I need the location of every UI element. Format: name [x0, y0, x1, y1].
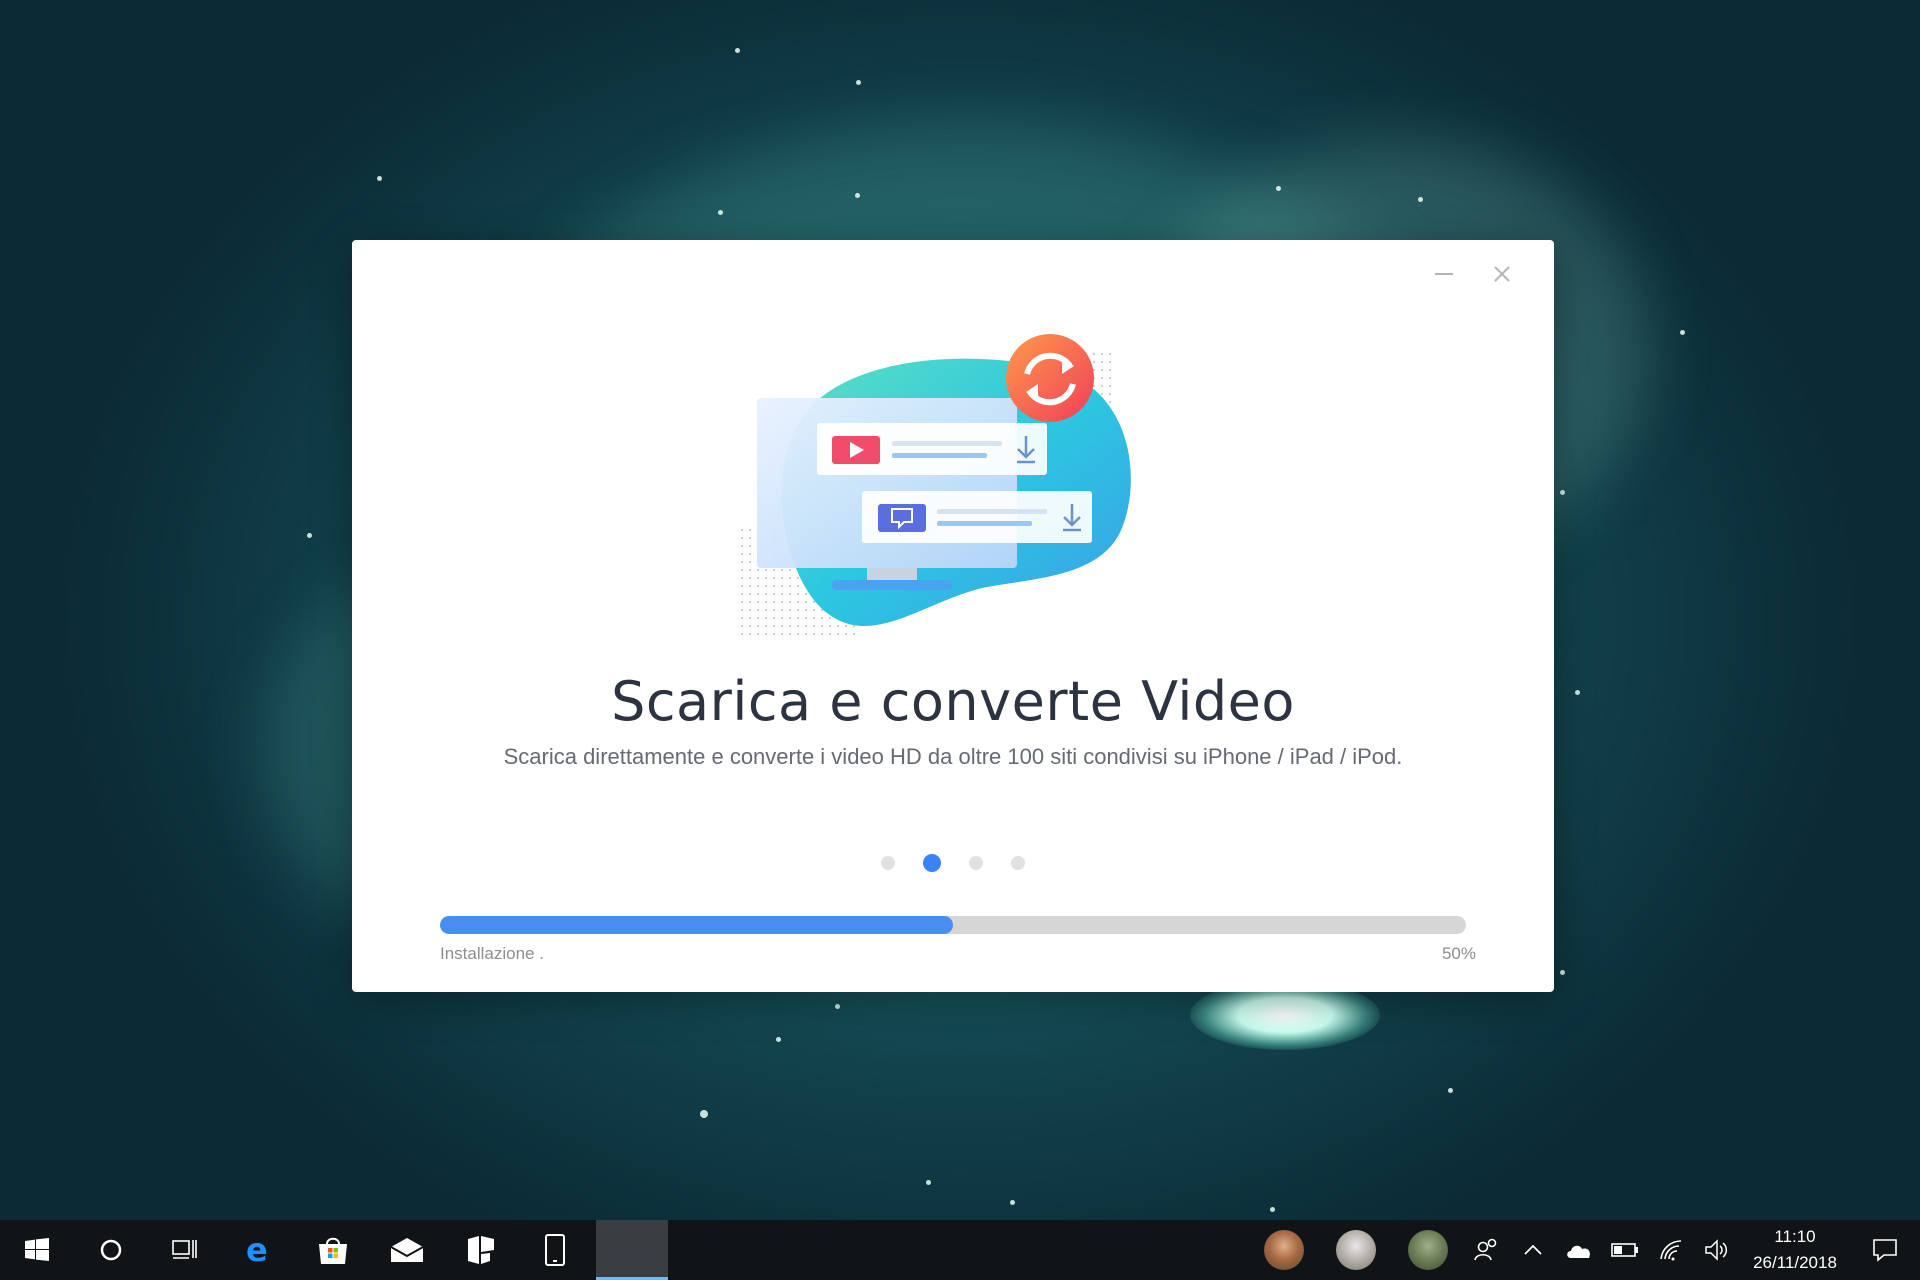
- task-view-button[interactable]: [148, 1220, 222, 1280]
- wifi-icon: [1660, 1240, 1682, 1261]
- windows-start-icon: [25, 1238, 49, 1261]
- slide-indicator: [352, 854, 1554, 872]
- people-button[interactable]: [1464, 1220, 1510, 1280]
- slide-description: Scarica direttamente e converte i video …: [503, 744, 1403, 769]
- minimize-icon: [1435, 273, 1453, 275]
- flipboard-icon: [468, 1236, 494, 1264]
- microsoft-store-button[interactable]: [296, 1220, 370, 1280]
- monitor-stand: [832, 580, 952, 590]
- clock-date: 26/11/2018: [1753, 1253, 1837, 1272]
- install-status-label: Installazione .: [440, 944, 544, 963]
- install-percent-label: 50%: [1441, 944, 1476, 963]
- onedrive-button[interactable]: [1556, 1220, 1602, 1280]
- slide-dot-3[interactable]: [969, 856, 983, 870]
- phone-icon: [545, 1234, 565, 1266]
- install-progress-fill: [440, 916, 953, 934]
- show-hidden-icons-button[interactable]: [1510, 1220, 1556, 1280]
- volume-icon: [1705, 1239, 1728, 1261]
- mail-icon: [390, 1238, 424, 1262]
- system-tray: 11:10 26/11/2018: [1248, 1220, 1920, 1280]
- slide-dot-4[interactable]: [1011, 856, 1025, 870]
- onedrive-cloud-icon: [1567, 1245, 1590, 1258]
- phone-button[interactable]: [518, 1220, 592, 1280]
- cortana-button[interactable]: [74, 1220, 148, 1280]
- people-icon: [1474, 1238, 1497, 1261]
- install-progress-bar: [440, 916, 1466, 934]
- download-convert-illustration: [740, 334, 1131, 638]
- chevron-up-icon: [1524, 1244, 1542, 1255]
- close-button[interactable]: [1482, 254, 1522, 294]
- microsoft-store-icon: [319, 1237, 347, 1264]
- edge-browser-icon: e: [246, 1235, 268, 1265]
- volume-button[interactable]: [1694, 1220, 1740, 1280]
- clock-time: 11:10: [1774, 1227, 1816, 1246]
- installer-app-button[interactable]: [596, 1220, 668, 1280]
- flipboard-button[interactable]: [444, 1220, 518, 1280]
- action-center-button[interactable]: [1850, 1220, 1920, 1280]
- slide-title: Scarica e converte Video: [611, 670, 1295, 733]
- slide-dot-2[interactable]: [923, 854, 941, 872]
- contact-avatar-3[interactable]: [1408, 1230, 1448, 1270]
- close-icon: [1493, 265, 1511, 283]
- battery-button[interactable]: [1602, 1220, 1648, 1280]
- start-button[interactable]: [0, 1220, 74, 1280]
- edge-browser-button[interactable]: e: [222, 1220, 296, 1280]
- contact-avatar-1[interactable]: [1264, 1230, 1304, 1270]
- minimize-button[interactable]: [1424, 254, 1464, 294]
- task-view-icon: [172, 1240, 197, 1259]
- cortana-search-icon: [100, 1239, 122, 1261]
- taskbar: e 11:10 26/11/2018: [0, 1220, 1920, 1280]
- action-center-icon: [1873, 1239, 1897, 1262]
- convert-icon: [1006, 334, 1094, 422]
- slide-dot-1[interactable]: [881, 856, 895, 870]
- contact-avatar-2[interactable]: [1336, 1230, 1376, 1270]
- svg-text:e: e: [246, 1235, 268, 1265]
- battery-icon: [1611, 1243, 1638, 1257]
- installer-window: Scarica e converte Video Scarica diretta…: [352, 240, 1554, 992]
- installer-app-icon: [632, 1248, 633, 1249]
- mail-button[interactable]: [370, 1220, 444, 1280]
- taskbar-clock[interactable]: 11:10 26/11/2018: [1740, 1224, 1850, 1276]
- wifi-button[interactable]: [1648, 1220, 1694, 1280]
